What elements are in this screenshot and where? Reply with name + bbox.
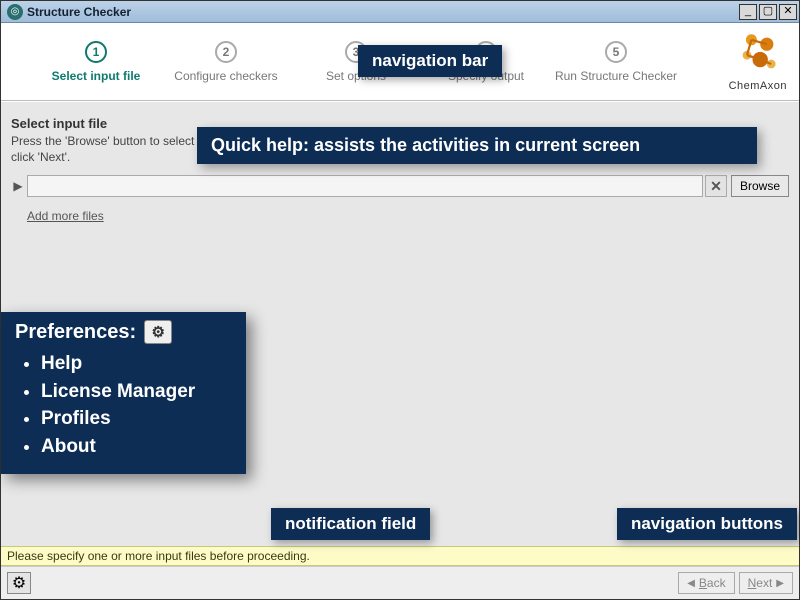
expand-icon[interactable]: ▶ (11, 179, 25, 193)
add-more-files-link[interactable]: Add more files (27, 209, 104, 223)
annotation-nav-buttons: navigation buttons (617, 508, 797, 540)
gear-icon: ⚙ (12, 573, 26, 593)
preferences-item: About (41, 433, 232, 461)
step-number: 1 (85, 41, 107, 63)
window-title: Structure Checker (27, 5, 131, 19)
preferences-item: Help (41, 350, 232, 378)
wizard-step-2[interactable]: 2 Configure checkers (161, 41, 291, 83)
app-window: ◎ Structure Checker _ ▢ ✕ 1 Select input… (0, 0, 800, 600)
step-number: 2 (215, 41, 237, 63)
wizard-step-1[interactable]: 1 Select input file (31, 41, 161, 83)
file-path-input[interactable] (27, 175, 703, 197)
arrow-left-icon: ◀ (687, 578, 695, 589)
next-button[interactable]: Next ▶ (739, 572, 793, 594)
brand-logo: ChemAxon (729, 31, 787, 92)
maximize-button[interactable]: ▢ (759, 4, 777, 20)
preferences-title: Preferences: (15, 321, 136, 344)
annotation-preferences: Preferences: ⚙ Help License Manager Prof… (1, 312, 246, 474)
arrow-right-icon: ▶ (776, 578, 784, 589)
title-bar: ◎ Structure Checker _ ▢ ✕ (1, 1, 799, 23)
notification-bar: Please specify one or more input files b… (1, 546, 799, 566)
gear-icon: ⚙ (144, 320, 172, 344)
annotation-navbar: navigation bar (358, 45, 502, 77)
back-button[interactable]: ◀ Back (678, 572, 734, 594)
annotation-quick-help: Quick help: assists the activities in cu… (197, 127, 757, 164)
preferences-item: Profiles (41, 405, 232, 433)
file-input-row: ▶ ✕ Browse (11, 175, 789, 197)
app-icon: ◎ (7, 4, 23, 20)
preferences-item: License Manager (41, 378, 232, 406)
back-label: Back (699, 576, 726, 590)
brand-name: ChemAxon (729, 80, 787, 92)
browse-button[interactable]: Browse (731, 175, 789, 197)
step-label: Configure checkers (174, 69, 277, 83)
footer-bar: ⚙ ◀ Back Next ▶ (1, 566, 799, 599)
next-label: Next (748, 576, 773, 590)
step-number: 5 (605, 41, 627, 63)
wizard-step-5[interactable]: 5 Run Structure Checker (551, 41, 681, 83)
chemaxon-logo-icon (735, 31, 781, 75)
wizard-nav-bar: 1 Select input file 2 Configure checkers… (1, 23, 799, 101)
step-label: Select input file (52, 69, 141, 83)
main-pane: Select input file Press the 'Browse' but… (1, 101, 799, 546)
annotation-notification: notification field (271, 508, 430, 540)
clear-file-button[interactable]: ✕ (705, 175, 727, 197)
minimize-button[interactable]: _ (739, 4, 757, 20)
close-button[interactable]: ✕ (779, 4, 797, 20)
step-label: Run Structure Checker (555, 69, 677, 83)
preferences-button[interactable]: ⚙ (7, 572, 31, 594)
